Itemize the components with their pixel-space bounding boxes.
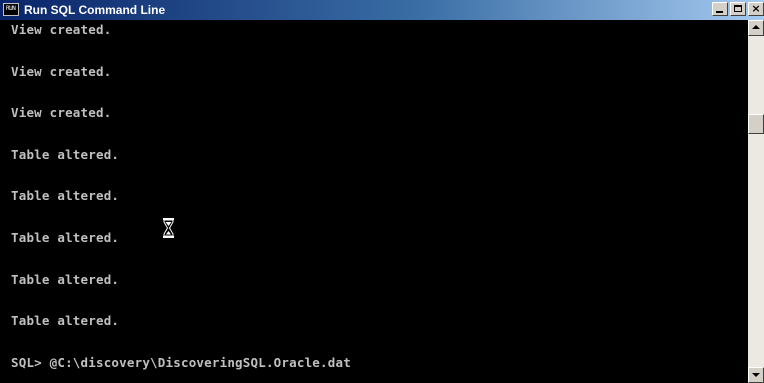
console-line: View created. (11, 105, 112, 121)
console-lines: View created. View created. View created. T… (0, 20, 748, 374)
console-line: Table altered. (11, 229, 120, 245)
sql-command-line-window: RUN Run SQL Command Line × View created.… (0, 0, 764, 383)
scrollbar-thumb[interactable] (748, 114, 764, 134)
close-icon: × (751, 2, 761, 15)
hourglass-busy-cursor-icon (163, 218, 174, 238)
minimize-button[interactable] (712, 2, 728, 16)
window-title: Run SQL Command Line (24, 3, 166, 17)
console-output-area[interactable]: View created. View created. View created. T… (0, 20, 748, 383)
close-button[interactable]: × (748, 2, 764, 16)
console-line: View created. (11, 63, 112, 79)
console-line: Table altered. (11, 271, 120, 287)
maximize-button[interactable] (730, 2, 746, 16)
scroll-down-arrow-icon[interactable] (748, 367, 764, 383)
maximize-icon (734, 5, 742, 12)
console-line: View created. (11, 22, 112, 37)
console-line: Table altered. (11, 313, 120, 329)
caption-buttons: × (710, 2, 764, 18)
console-line: Table altered. (11, 188, 120, 204)
console-line: SQL> @C:\discovery\DiscoveringSQL.Oracle… (11, 354, 351, 370)
minimize-icon (716, 11, 723, 13)
app-icon-label: RUN (6, 5, 16, 12)
sqlplus-app-icon[interactable]: RUN (3, 3, 19, 16)
title-bar[interactable]: RUN Run SQL Command Line × (0, 0, 764, 20)
console-line: Table altered. (11, 146, 120, 162)
scroll-up-arrow-icon[interactable] (748, 20, 764, 36)
vertical-scrollbar[interactable] (748, 20, 764, 383)
